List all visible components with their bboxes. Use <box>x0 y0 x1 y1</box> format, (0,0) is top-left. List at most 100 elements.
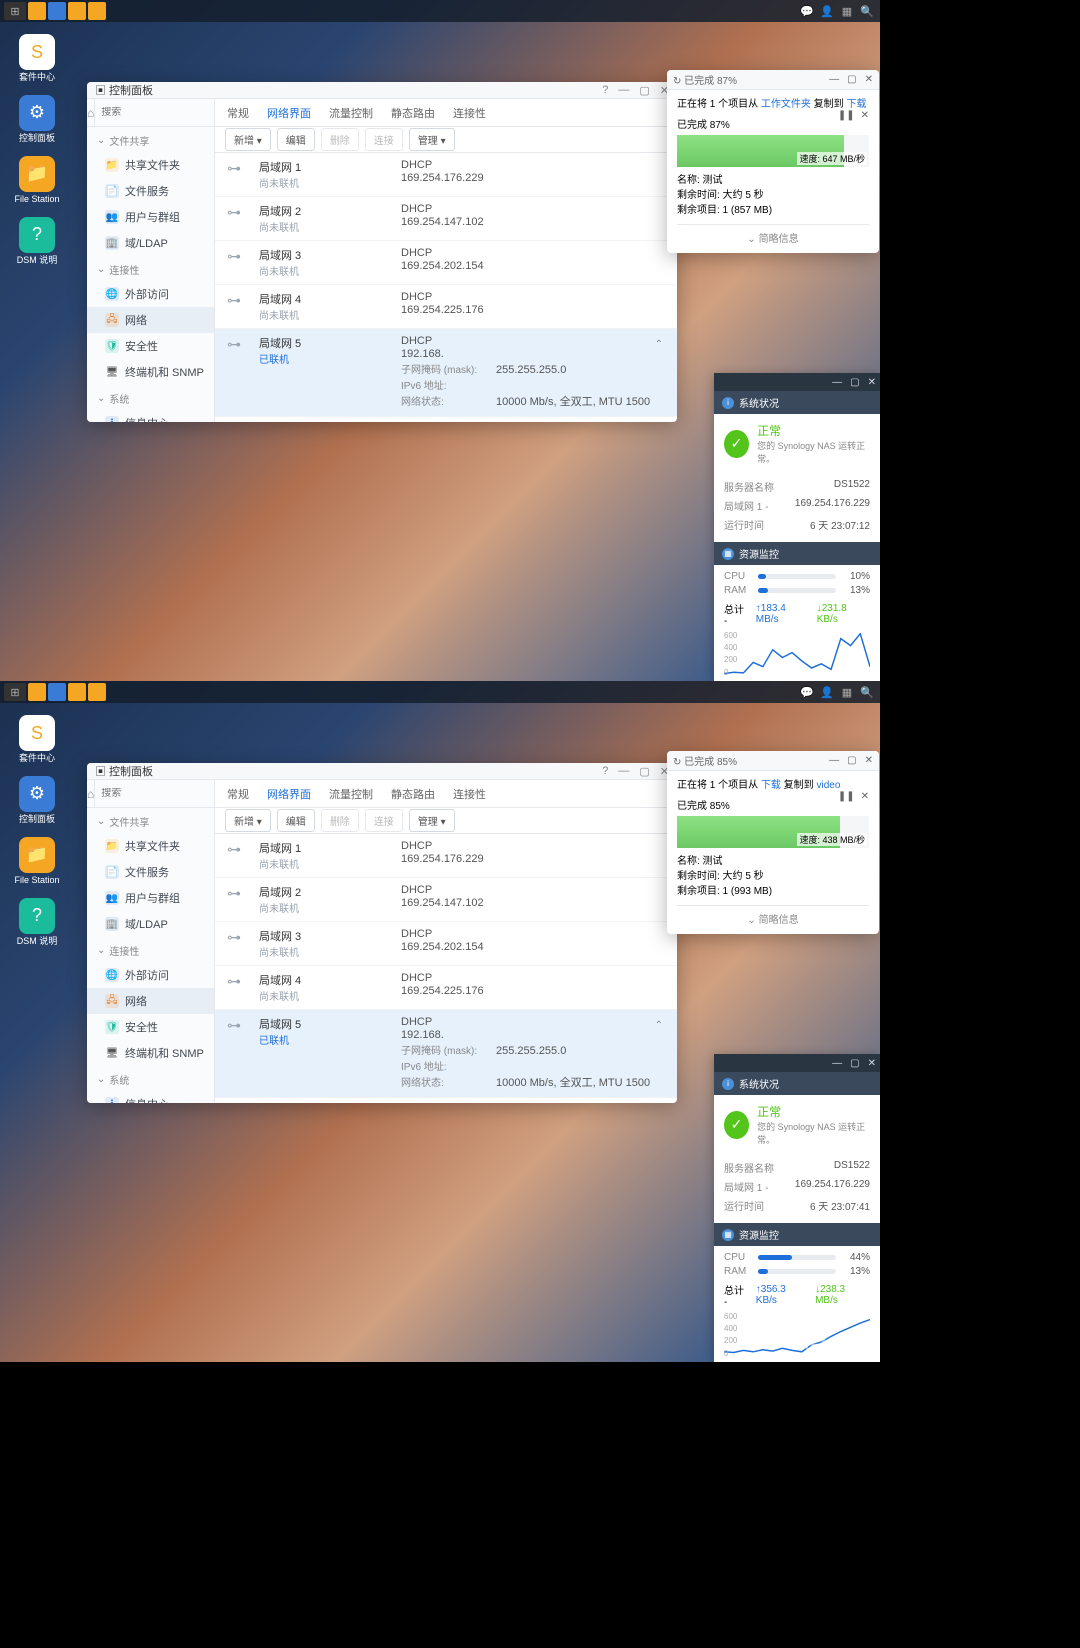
minimize-icon[interactable]: — <box>832 377 842 388</box>
sidebar-item[interactable]: 🖥终端机和 SNMP <box>87 359 214 385</box>
toolbar-button[interactable]: 连接 <box>365 809 403 832</box>
toolbar-button[interactable]: 编辑 <box>277 128 315 151</box>
copy-titlebar[interactable]: ↻ 已完成 87% —▢✕ <box>667 70 879 90</box>
sidebar-item[interactable]: 🌐外部访问 <box>87 962 214 988</box>
desktop-icon-help[interactable]: ?DSM 说明 <box>14 217 60 266</box>
toggle-details[interactable]: ⌄ 简略信息 <box>677 905 869 926</box>
sidebar-group[interactable]: ⌄连接性 <box>87 937 214 962</box>
sidebar-item[interactable]: 🌐外部访问 <box>87 281 214 307</box>
sidebar-item[interactable]: 🖥终端机和 SNMP <box>87 1040 214 1066</box>
stop-icon[interactable]: ✕ <box>861 110 869 121</box>
maximize-icon[interactable]: ▢ <box>847 755 856 766</box>
tab[interactable]: 网络界面 <box>267 105 311 121</box>
user-icon[interactable]: 👤 <box>818 2 836 20</box>
sidebar-item[interactable]: ℹ信息中心 <box>87 410 214 422</box>
pin-icon[interactable]: ▢ <box>850 1058 859 1069</box>
chat-icon[interactable]: 💬 <box>798 2 816 20</box>
window-titlebar[interactable]: ▣ 控制面板 ?—▢✕ <box>87 763 677 780</box>
tab[interactable]: 常规 <box>227 786 249 802</box>
search-input[interactable] <box>95 107 215 118</box>
tab[interactable]: 静态路由 <box>391 786 435 802</box>
widget-section-status[interactable]: i系统状况 <box>714 1072 880 1095</box>
search-icon[interactable]: 🔍 <box>858 683 876 701</box>
sidebar-item[interactable]: 👥用户与群组 <box>87 885 214 911</box>
desktop-icon-cp[interactable]: ⚙控制面板 <box>14 95 60 144</box>
user-icon[interactable]: 👤 <box>818 683 836 701</box>
tab[interactable]: 连接性 <box>453 786 486 802</box>
sidebar-item[interactable]: 🖧网络 <box>87 307 214 333</box>
window-titlebar[interactable]: ▣ 控制面板 ?—▢✕ <box>87 82 677 99</box>
sidebar-item[interactable]: ℹ信息中心 <box>87 1091 214 1103</box>
iface-row[interactable]: ⊶ 局域网 3 尚未联机 DHCP 169.254.202.154 <box>215 922 677 966</box>
widget-section-resource[interactable]: ▦资源监控 <box>714 542 880 565</box>
toolbar-button[interactable]: 新增 ▾ <box>225 809 271 832</box>
copy-src-link[interactable]: 下载 <box>761 780 781 791</box>
taskbar-app-icon[interactable] <box>48 2 66 20</box>
widget-section-status[interactable]: i系统状况 <box>714 391 880 414</box>
iface-row[interactable]: ⇄ PPPoE 尚未联机 -- <box>215 417 677 422</box>
taskbar-folder-icon[interactable] <box>28 2 46 20</box>
chevron-up-icon[interactable]: ⌃ <box>655 1020 663 1031</box>
sidebar-group[interactable]: ⌄系统 <box>87 1066 214 1091</box>
widget-header[interactable]: — ▢ ✕ <box>714 1054 880 1072</box>
sidebar-item[interactable]: 🏢域/LDAP <box>87 230 214 256</box>
maximize-icon[interactable]: ▢ <box>639 765 649 778</box>
desktop-icon-pkg[interactable]: S套件中心 <box>14 715 60 764</box>
tab[interactable]: 常规 <box>227 105 249 121</box>
help-icon[interactable]: ? <box>602 84 608 97</box>
pause-icon[interactable]: ❚❚ <box>838 110 855 121</box>
iface-row[interactable]: ⊶ 局域网 3 尚未联机 DHCP 169.254.202.154 <box>215 241 677 285</box>
iface-row[interactable]: ⊶ 局域网 5 已联机 DHCP 192.168. 子网掩码 (mask):25… <box>215 1010 677 1098</box>
iface-row[interactable]: ⊶ 局域网 2 尚未联机 DHCP 169.254.147.102 <box>215 197 677 241</box>
copy-dst-link[interactable]: video <box>816 780 840 791</box>
iface-row[interactable]: ⊶ 局域网 1 尚未联机 DHCP 169.254.176.229 <box>215 153 677 197</box>
close-icon[interactable]: ✕ <box>865 74 873 85</box>
toggle-details[interactable]: ⌄ 简略信息 <box>677 224 869 245</box>
close-icon[interactable]: ✕ <box>868 1058 876 1069</box>
sidebar-item[interactable]: 📁共享文件夹 <box>87 833 214 859</box>
taskbar-folder-icon[interactable] <box>28 683 46 701</box>
pin-icon[interactable]: ▢ <box>850 377 859 388</box>
tab[interactable]: 连接性 <box>453 105 486 121</box>
close-icon[interactable]: ✕ <box>868 377 876 388</box>
chat-icon[interactable]: 💬 <box>798 683 816 701</box>
tab[interactable]: 流量控制 <box>329 786 373 802</box>
widget-header[interactable]: — ▢ ✕ <box>714 373 880 391</box>
minimize-icon[interactable]: — <box>618 84 629 97</box>
sidebar-group[interactable]: ⌄文件共享 <box>87 127 214 152</box>
desktop-icon-cp[interactable]: ⚙控制面板 <box>14 776 60 825</box>
taskbar-folder-icon[interactable] <box>88 683 106 701</box>
toolbar-button[interactable]: 管理 ▾ <box>409 809 455 832</box>
sidebar-group[interactable]: ⌄文件共享 <box>87 808 214 833</box>
taskbar-app-icon[interactable] <box>48 683 66 701</box>
iface-row[interactable]: ⊶ 局域网 5 已联机 DHCP 192.168. 子网掩码 (mask):25… <box>215 329 677 417</box>
iface-row[interactable]: ⊶ 局域网 4 尚未联机 DHCP 169.254.225.176 <box>215 966 677 1010</box>
sidebar-group[interactable]: ⌄连接性 <box>87 256 214 281</box>
search-input[interactable] <box>95 788 215 799</box>
chevron-up-icon[interactable]: ⌃ <box>655 339 663 350</box>
minimize-icon[interactable]: — <box>829 755 839 766</box>
pause-icon[interactable]: ❚❚ <box>838 791 855 802</box>
maximize-icon[interactable]: ▢ <box>847 74 856 85</box>
sidebar-item[interactable]: 📄文件服务 <box>87 859 214 885</box>
tab[interactable]: 网络界面 <box>267 786 311 802</box>
maximize-icon[interactable]: ▢ <box>639 84 649 97</box>
minimize-icon[interactable]: — <box>832 1058 842 1069</box>
toolbar-button[interactable]: 新增 ▾ <box>225 128 271 151</box>
search-icon[interactable]: 🔍 <box>858 2 876 20</box>
taskbar-folder-icon[interactable] <box>88 2 106 20</box>
copy-dst-link[interactable]: 下载 <box>846 99 866 110</box>
copy-src-link[interactable]: 工作文件夹 <box>761 99 811 110</box>
desktop-icon-fs[interactable]: 📁File Station <box>14 156 60 205</box>
sidebar-item[interactable]: 🏢域/LDAP <box>87 911 214 937</box>
sidebar-item[interactable]: 📁共享文件夹 <box>87 152 214 178</box>
widgets-icon[interactable]: ▦ <box>838 2 856 20</box>
tab[interactable]: 静态路由 <box>391 105 435 121</box>
home-button[interactable]: ⌂ <box>87 780 95 807</box>
widget-section-resource[interactable]: ▦资源监控 <box>714 1223 880 1246</box>
iface-row[interactable]: ⊶ 局域网 2 尚未联机 DHCP 169.254.147.102 <box>215 878 677 922</box>
taskbar-folder-icon[interactable] <box>68 2 86 20</box>
minimize-icon[interactable]: — <box>618 765 629 778</box>
sidebar-item[interactable]: 👥用户与群组 <box>87 204 214 230</box>
widgets-icon[interactable]: ▦ <box>838 683 856 701</box>
